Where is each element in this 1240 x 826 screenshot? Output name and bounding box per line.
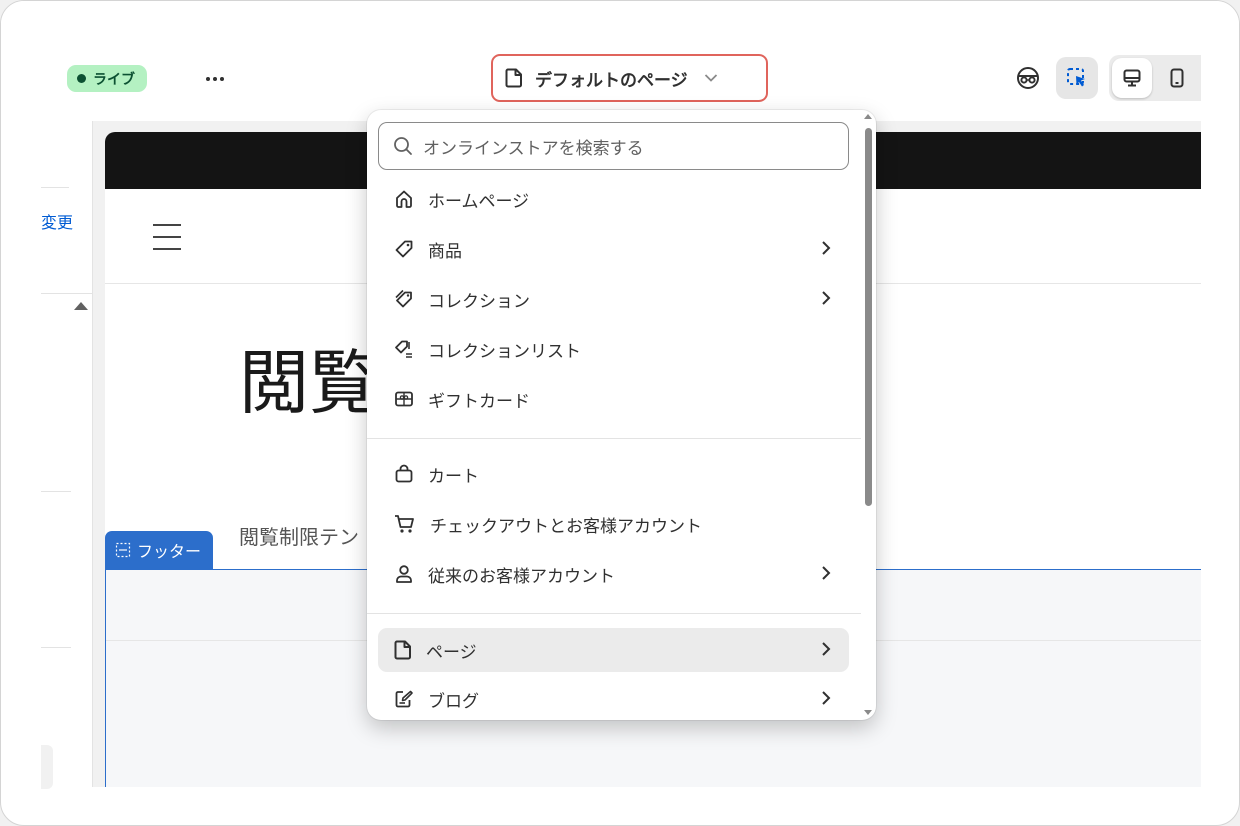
- page-title: 閲覧: [239, 342, 379, 424]
- bag-icon: [395, 464, 413, 483]
- footer-tag-label: フッター: [137, 542, 202, 561]
- page-selector-dropdown: オンラインストアを検索する ホームページ 商品 コレクション コレクションリスト…: [367, 110, 876, 720]
- search-icon: [394, 137, 412, 155]
- change-link[interactable]: 変更: [41, 209, 73, 233]
- chevron-down-icon: [704, 74, 717, 82]
- scrollbar-thumb[interactable]: [865, 128, 872, 506]
- menu-item-label: 従来のお客様アカウント: [428, 566, 615, 587]
- footer-section-tag[interactable]: フッター: [105, 531, 214, 569]
- mobile-view-button[interactable]: [1157, 58, 1197, 98]
- more-actions-button[interactable]: [199, 65, 231, 93]
- divider: [41, 293, 93, 294]
- chevron-right-icon: [822, 291, 831, 305]
- mobile-icon: [1170, 68, 1184, 88]
- home-icon: [396, 190, 412, 208]
- menu-item-label: ギフトカード: [428, 391, 530, 412]
- collection-list-icon: [395, 340, 412, 358]
- chevron-right-icon: [822, 691, 831, 705]
- menu-divider: [367, 613, 861, 614]
- page-selector-button[interactable]: デフォルトのページ: [491, 54, 768, 102]
- inspector-select-button[interactable]: [1056, 57, 1098, 99]
- divider: [41, 187, 69, 188]
- left-sidebar: 変更: [41, 121, 93, 789]
- page-selector-label: デフォルトのページ: [535, 70, 688, 91]
- desktop-view-button[interactable]: [1112, 58, 1152, 98]
- menu-item-checkout[interactable]: チェックアウトとお客様アカウント: [378, 502, 849, 546]
- collection-icon: [395, 289, 412, 308]
- cart-icon: [395, 515, 414, 533]
- page-icon: [505, 68, 522, 88]
- dot-icon: [213, 77, 217, 81]
- menu-item-label: コレクション: [428, 291, 530, 312]
- menu-item-label: カート: [428, 466, 479, 487]
- divider: [41, 647, 71, 648]
- chevron-right-icon: [822, 642, 831, 656]
- chevron-right-icon: [822, 566, 831, 580]
- menu-item-home[interactable]: ホームページ: [378, 177, 849, 221]
- menu-divider: [367, 438, 861, 439]
- scroll-down-arrow-icon[interactable]: [864, 710, 872, 715]
- menu-item-collections[interactable]: コレクション: [378, 277, 849, 321]
- sidebar-bottom-handle: [41, 745, 53, 789]
- tag-icon: [395, 240, 413, 258]
- menu-item-label: ブログ: [428, 691, 479, 712]
- menu-item-products[interactable]: 商品: [378, 227, 849, 271]
- menu-item-blog[interactable]: ブログ: [378, 677, 849, 720]
- dot-icon: [220, 77, 224, 81]
- menu-item-gift-card[interactable]: ギフトカード: [378, 377, 849, 421]
- live-status-label: ライブ: [93, 71, 135, 88]
- mask-icon: [1017, 67, 1039, 89]
- scroll-up-icon[interactable]: [74, 302, 88, 310]
- menu-item-label: コレクションリスト: [428, 341, 581, 362]
- page-body-text: 閲覧制限テン: [239, 525, 359, 549]
- menu-item-label: ホームページ: [428, 191, 530, 212]
- menu-item-legacy-accounts[interactable]: 従来のお客様アカウント: [378, 552, 849, 596]
- store-search-input[interactable]: オンラインストアを検索する: [378, 122, 849, 170]
- page-icon: [394, 640, 411, 660]
- menu-icon[interactable]: [153, 224, 181, 250]
- menu-item-label: 商品: [428, 241, 462, 262]
- chevron-right-icon: [822, 241, 831, 255]
- menu-item-collection-list[interactable]: コレクションリスト: [378, 327, 849, 371]
- blog-icon: [395, 690, 413, 708]
- dropdown-scrollbar[interactable]: [862, 110, 876, 720]
- cursor-select-icon: [1067, 68, 1085, 87]
- dot-icon: [206, 77, 210, 81]
- top-bar: ライブ デフォルトのページ: [1, 1, 1239, 121]
- desktop-icon: [1123, 69, 1141, 87]
- status-dot-icon: [77, 74, 86, 83]
- section-icon: [115, 542, 131, 558]
- menu-item-label: チェックアウトとお客様アカウント: [430, 516, 702, 537]
- menu-item-label: ページ: [426, 642, 477, 663]
- menu-item-pages[interactable]: ページ: [378, 628, 849, 672]
- divider: [41, 491, 71, 492]
- menu-item-cart[interactable]: カート: [378, 452, 849, 496]
- scroll-up-arrow-icon[interactable]: [864, 114, 872, 119]
- app-frame: ライブ デフォルトのページ 変更 閲覧 閲覧制限テン フッター オンラインストア…: [0, 0, 1240, 826]
- incognito-preview-button[interactable]: [1007, 57, 1049, 99]
- live-status-badge: ライブ: [67, 65, 147, 92]
- person-icon: [396, 565, 412, 583]
- gift-card-icon: [395, 391, 413, 407]
- search-placeholder: オンラインストアを検索する: [423, 138, 644, 159]
